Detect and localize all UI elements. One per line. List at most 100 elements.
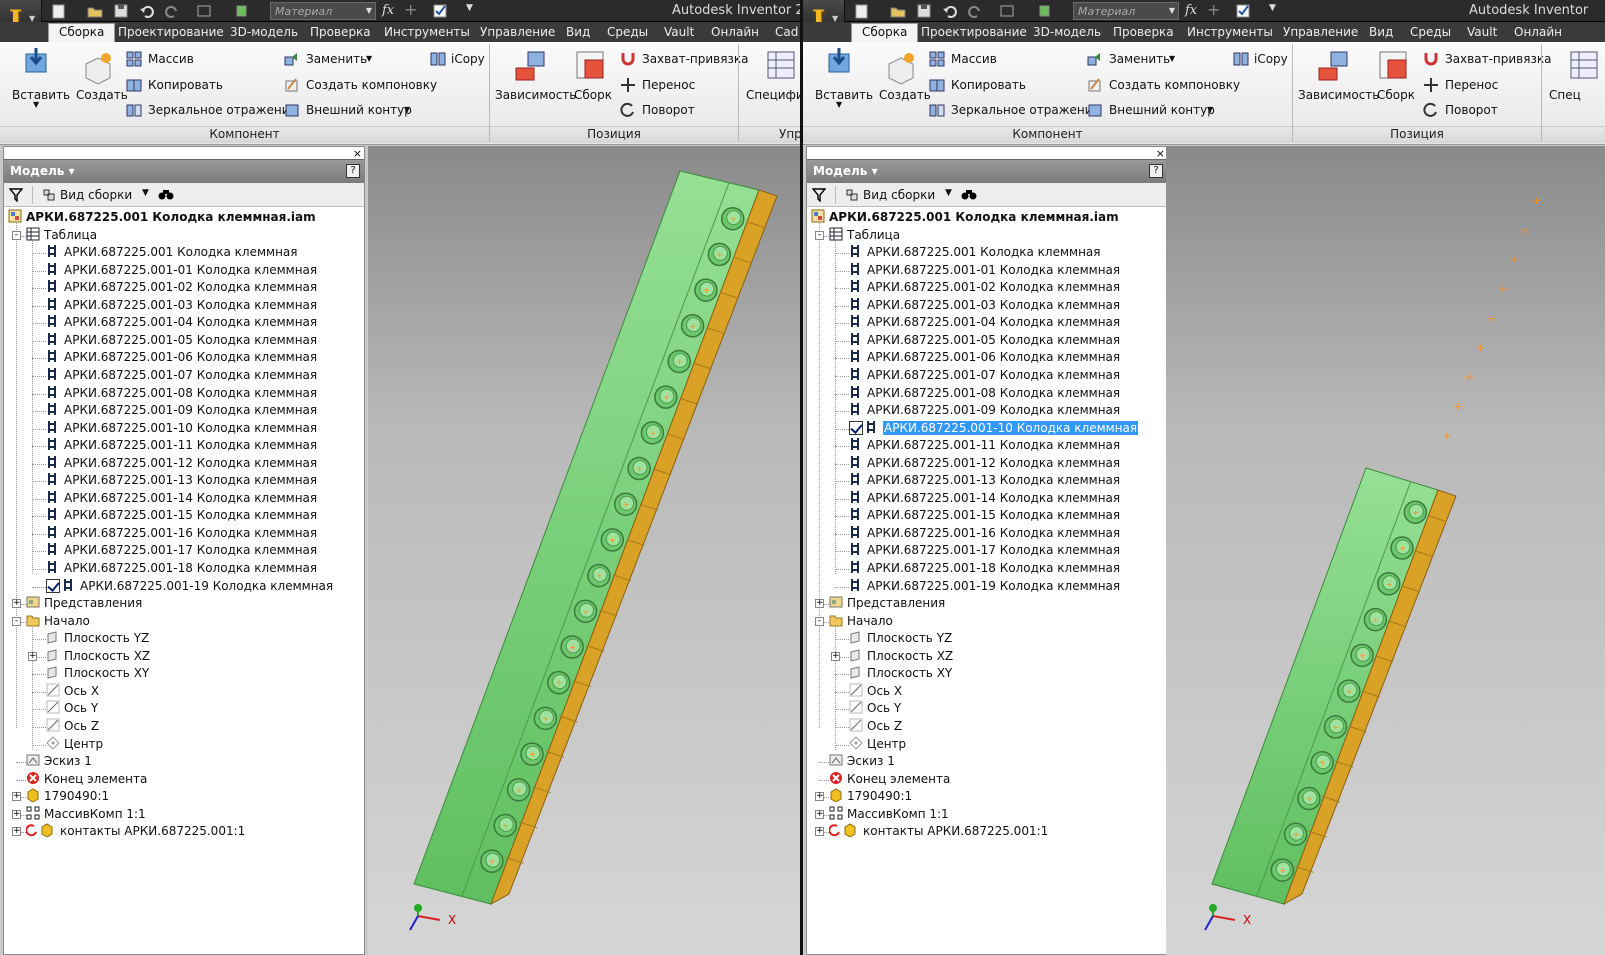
open-icon[interactable] — [889, 3, 907, 19]
bom-button[interactable]: Специфи — [746, 88, 800, 102]
tree-item[interactable]: контакты АРКИ.687225.001:1 — [26, 823, 245, 840]
create-layout-button[interactable]: Создать компоновку — [306, 78, 437, 92]
constrain-button[interactable]: Зависимость — [495, 88, 576, 102]
tree-item[interactable]: 1790490:1 — [829, 788, 912, 805]
redo-icon[interactable] — [163, 3, 181, 19]
tree-item[interactable]: Начало — [26, 613, 90, 630]
copy-button[interactable]: Копировать — [951, 78, 1026, 92]
insert-button[interactable]: Вставить — [12, 88, 70, 102]
shrinkwrap-button[interactable]: Внешний контур — [306, 103, 412, 117]
tree-item[interactable]: Таблица — [26, 227, 97, 244]
tab-9[interactable]: Онлайн — [711, 24, 759, 42]
create-layout-button[interactable]: Создать компоновку — [1109, 78, 1240, 92]
new-icon[interactable] — [50, 3, 68, 19]
tab-6[interactable]: Вид — [566, 24, 590, 42]
tree-item-part[interactable]: АРКИ.687225.001-19 Колодка клеммная — [46, 578, 333, 595]
function-icon[interactable]: fx — [382, 3, 400, 19]
find-binoculars-icon[interactable] — [158, 187, 174, 201]
tab-10[interactable]: Cad — [775, 24, 798, 42]
tab-7[interactable]: Среды — [1410, 24, 1451, 42]
tree-item-part[interactable]: АРКИ.687225.001-06 Колодка клеммная — [46, 349, 317, 366]
save-icon[interactable] — [915, 3, 933, 19]
filter-icon[interactable] — [812, 188, 826, 202]
tree-item-part[interactable]: АРКИ.687225.001-06 Колодка клеммная — [849, 349, 1120, 366]
tab-7[interactable]: Среды — [607, 24, 648, 42]
tree-item-part[interactable]: АРКИ.687225.001-07 Колодка клеммная — [849, 367, 1120, 384]
tree-item-part[interactable]: АРКИ.687225.001-08 Колодка клеммная — [46, 385, 317, 402]
tree-item[interactable]: Плоскость YZ — [46, 630, 149, 647]
tree-item[interactable]: Плоскость XY — [46, 665, 149, 682]
pattern-button[interactable]: Массив — [951, 52, 997, 66]
tree-item-part[interactable]: АРКИ.687225.001-14 Колодка клеммная — [46, 490, 317, 507]
tree-root[interactable]: АРКИ.687225.001 Колодка клеммная.iam — [811, 209, 1119, 226]
tree-item[interactable]: Плоскость XZ — [46, 648, 150, 665]
tree-item-part[interactable]: АРКИ.687225.001 Колодка клеммная — [46, 244, 298, 261]
tab-0[interactable]: Сборка — [851, 23, 919, 42]
tree-item[interactable]: Ось Y — [849, 700, 901, 717]
tree-item-part[interactable]: АРКИ.687225.001-07 Колодка клеммная — [46, 367, 317, 384]
find-binoculars-icon[interactable] — [961, 187, 977, 201]
tree-item[interactable]: Ось X — [46, 683, 99, 700]
tree-item-part[interactable]: АРКИ.687225.001-17 Колодка клеммная — [46, 542, 317, 559]
mirror-button[interactable]: Зеркальное отражение — [951, 103, 1100, 117]
undo-icon[interactable] — [941, 3, 959, 19]
insert-button[interactable]: Вставить — [815, 88, 873, 102]
collapse-icon[interactable]: - — [12, 616, 21, 626]
tree-item[interactable]: Ось Z — [46, 718, 99, 735]
tree-item-part[interactable]: АРКИ.687225.001-12 Колодка клеммная — [46, 455, 317, 472]
tab-8[interactable]: Vault — [1467, 24, 1497, 42]
tree-item-part[interactable]: АРКИ.687225.001-19 Колодка клеммная — [849, 578, 1120, 595]
collapse-icon[interactable]: - — [12, 230, 21, 240]
help-icon[interactable]: ? — [346, 164, 360, 178]
tree-item-part[interactable]: АРКИ.687225.001-03 Колодка клеммная — [849, 297, 1120, 314]
assemble-button[interactable]: Сборк — [574, 88, 612, 102]
redo-icon[interactable] — [966, 3, 984, 19]
tree-item-part[interactable]: АРКИ.687225.001-04 Колодка клеммная — [46, 314, 317, 331]
tree-item-part[interactable]: АРКИ.687225.001-15 Колодка клеммная — [849, 507, 1120, 524]
tab-4[interactable]: Инструменты — [384, 24, 470, 42]
tab-9[interactable]: Онлайн — [1514, 24, 1562, 42]
browser-title-dropdown[interactable]: Модель ▾ — [813, 164, 878, 178]
replace-button[interactable]: Заменить — [1109, 52, 1170, 66]
tree-root[interactable]: АРКИ.687225.001 Колодка клеммная.iam — [8, 209, 316, 226]
tree-item[interactable]: контакты АРКИ.687225.001:1 — [829, 823, 1048, 840]
icopy-button[interactable]: iCopy — [451, 52, 485, 66]
update-icon[interactable] — [234, 3, 252, 19]
tree-item[interactable]: Плоскость XZ — [849, 648, 953, 665]
tree-item-part[interactable]: АРКИ.687225.001-08 Колодка клеммная — [849, 385, 1120, 402]
rotate-button[interactable]: Поворот — [642, 103, 695, 117]
plus-icon[interactable]: + — [404, 2, 422, 19]
grip-snap-button[interactable]: Захват-привязка — [642, 52, 748, 66]
chevron-down-icon[interactable]: ▼ — [945, 188, 952, 198]
tree-item-part[interactable]: АРКИ.687225.001-11 Колодка клеммная — [849, 437, 1120, 454]
expand-icon[interactable]: + — [12, 809, 21, 819]
new-icon[interactable] — [853, 3, 871, 19]
graphics-viewport[interactable]: + + + + + + + + + + + + + + + + + + + X — [368, 146, 800, 955]
tab-6[interactable]: Вид — [1369, 24, 1393, 42]
tree-item[interactable]: 1790490:1 — [26, 788, 109, 805]
bom-button[interactable]: Спец — [1549, 88, 1581, 102]
open-icon[interactable] — [86, 3, 104, 19]
function-icon[interactable]: fx — [1185, 3, 1203, 19]
tree-item[interactable]: Таблица — [829, 227, 900, 244]
tab-5[interactable]: Управление — [480, 24, 555, 42]
pattern-button[interactable]: Массив — [148, 52, 194, 66]
rotate-button[interactable]: Поворот — [1445, 103, 1498, 117]
tree-item[interactable]: Центр — [46, 735, 103, 753]
tree-item-part[interactable]: АРКИ.687225.001-16 Колодка клеммная — [849, 525, 1120, 542]
move-button[interactable]: Перенос — [1445, 78, 1498, 92]
tree-item-part[interactable]: АРКИ.687225.001-09 Колодка клеммная — [46, 402, 317, 419]
tree-item[interactable]: МассивКомп 1:1 — [829, 806, 949, 823]
icopy-button[interactable]: iCopy — [1254, 52, 1288, 66]
checkbox-icon[interactable] — [46, 578, 60, 593]
tree-item[interactable]: Ось X — [849, 683, 902, 700]
tree-item-part[interactable]: АРКИ.687225.001-13 Колодка клеммная — [849, 472, 1120, 489]
expand-icon[interactable]: + — [12, 827, 21, 837]
tree-item-part[interactable]: АРКИ.687225.001-17 Колодка клеммная — [849, 542, 1120, 559]
help-icon[interactable]: ? — [1149, 164, 1163, 178]
tree-item-part[interactable]: АРКИ.687225.001-16 Колодка клеммная — [46, 525, 317, 542]
tree-item-part[interactable]: АРКИ.687225.001-13 Колодка клеммная — [46, 472, 317, 489]
tree-item[interactable]: Плоскость YZ — [849, 630, 952, 647]
checkbox-icon[interactable] — [432, 3, 450, 19]
plus-icon[interactable]: + — [1207, 2, 1225, 19]
